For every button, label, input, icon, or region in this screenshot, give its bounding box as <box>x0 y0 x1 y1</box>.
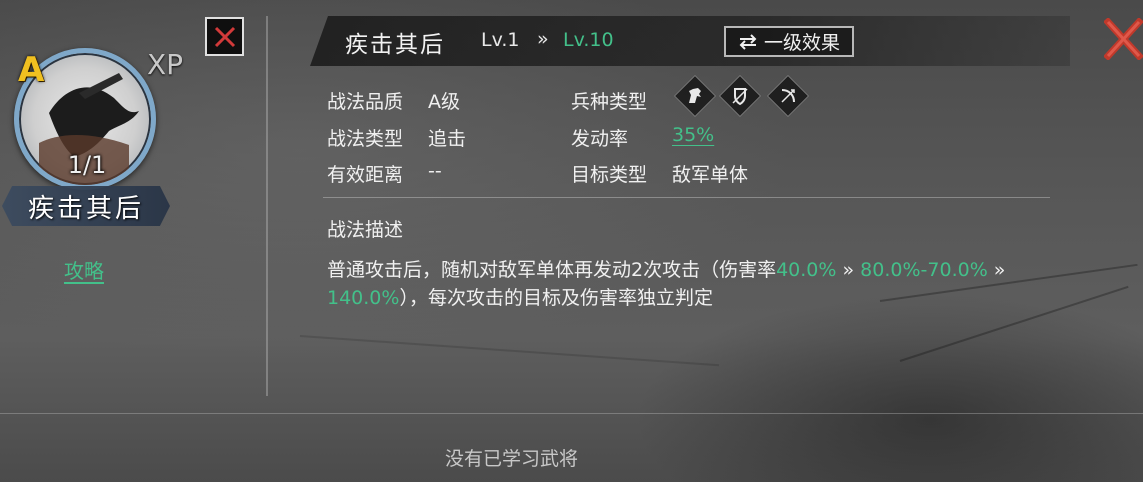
type-value: 追击 <box>428 128 467 150</box>
grade-badge: A <box>18 50 45 90</box>
description-part2: ），每次攻击的目标及伤害率独立判定 <box>399 287 713 309</box>
level-effect-toggle-button[interactable]: 一级效果 <box>724 26 854 57</box>
level-current: Lv.1 <box>481 29 520 51</box>
target-type-value: 敌军单体 <box>672 164 749 186</box>
cavalry-icon <box>673 74 717 118</box>
level-arrow: » <box>537 28 549 50</box>
type-label: 战法类型 <box>327 128 404 150</box>
close-panel-button[interactable] <box>1103 17 1143 61</box>
description-text: 普通攻击后，随机对敌军单体再发动2次攻击（伤害率40.0% » 80.0%-70… <box>327 256 1047 312</box>
level-effect-label: 一级效果 <box>763 32 840 54</box>
swap-arrows-icon <box>739 33 757 50</box>
damage-rate-level10: 140.0% <box>327 287 400 309</box>
close-icon <box>1103 17 1143 61</box>
troop-type-label: 兵种类型 <box>571 91 648 113</box>
section-divider <box>323 197 1050 198</box>
tactic-title: 疾击其后 <box>345 32 445 58</box>
activation-rate-label: 发动率 <box>571 128 629 150</box>
remove-tactic-button[interactable] <box>205 17 244 56</box>
quality-value: A级 <box>428 91 460 113</box>
xp-label: XP <box>147 48 184 81</box>
damage-rate-range: 80.0%-70.0% <box>860 259 988 281</box>
no-general-learned-note: 没有已学习武将 <box>445 448 579 470</box>
bottom-divider <box>0 413 1143 414</box>
description-arrow: » <box>987 259 1006 281</box>
description-arrow: » <box>836 259 861 281</box>
shield-icon <box>718 74 762 118</box>
tactic-count: 1/1 <box>67 151 107 179</box>
close-icon <box>214 26 235 47</box>
damage-rate-level1: 40.0% <box>776 259 837 281</box>
level-max: Lv.10 <box>563 29 614 51</box>
range-label: 有效距离 <box>327 164 404 186</box>
tactic-name-plate-text: 疾击其后 <box>27 193 144 224</box>
bow-icon <box>766 74 810 118</box>
vertical-divider <box>266 16 268 396</box>
background-streak <box>299 335 720 367</box>
quality-label: 战法品质 <box>327 91 404 113</box>
tactic-name-plate: 疾击其后 <box>2 186 170 226</box>
description-part1: 普通攻击后，随机对敌军单体再发动2次攻击（伤害率 <box>327 259 777 281</box>
strategy-guide-link[interactable]: 攻略 <box>64 255 104 284</box>
activation-rate-value[interactable]: 35% <box>672 124 714 146</box>
range-value: -- <box>428 160 442 182</box>
description-title: 战法描述 <box>327 219 404 241</box>
target-type-label: 目标类型 <box>571 164 648 186</box>
